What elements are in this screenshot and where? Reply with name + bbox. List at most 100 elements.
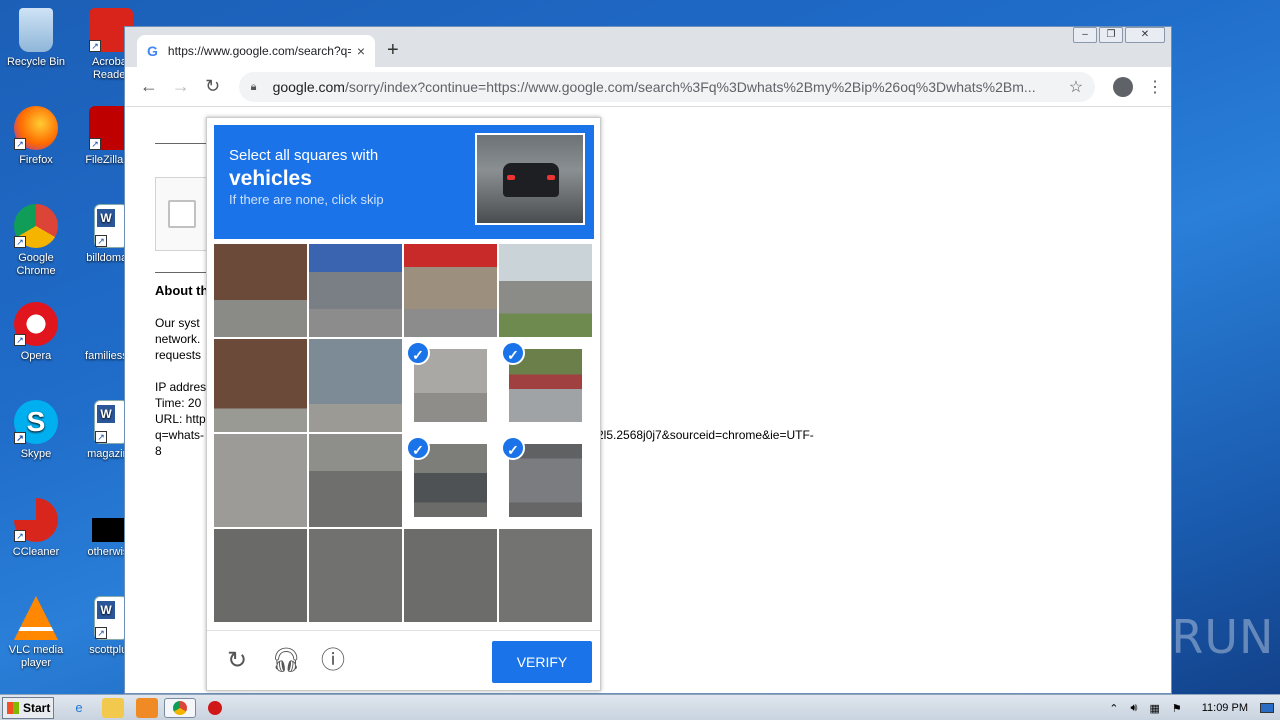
tile-image — [309, 529, 402, 622]
grid-tile[interactable] — [404, 529, 497, 622]
network-icon[interactable]: ▦ — [1149, 702, 1159, 715]
grid-tile[interactable] — [404, 244, 497, 337]
tab-title: https://www.google.com/search?q= — [167, 44, 351, 58]
desktop-icon-ccleaner[interactable]: ↗ CCleaner — [0, 498, 72, 559]
desktop-icon-skype[interactable]: S ↗ Skype — [0, 400, 72, 461]
query-line: q=whats- — [155, 428, 205, 442]
grid-tile[interactable] — [214, 244, 307, 337]
lock-icon: 🔒︎ — [250, 80, 257, 93]
address-bar[interactable]: 🔒︎ google.com/sorry/index?continue=https… — [238, 71, 1096, 102]
kebab-menu-icon[interactable]: ⋮ — [1147, 77, 1163, 97]
challenge-footer: ↻ 🎧︎ ⓘ VERIFY — [207, 630, 600, 690]
grid-tile[interactable] — [309, 244, 402, 337]
profile-avatar-icon[interactable] — [1113, 76, 1133, 97]
skype-icon: S ↗ — [14, 400, 58, 444]
browser-toolbar: ← → ↻ 🔒︎ google.com/sorry/index?continue… — [125, 67, 1171, 107]
desktop-icon-chrome[interactable]: ↗ Google Chrome — [0, 204, 72, 278]
tile-image — [214, 339, 307, 432]
bookmark-star-icon[interactable]: ☆ — [1069, 77, 1083, 97]
google-favicon-icon: G — [147, 43, 158, 59]
media-player-taskbar-icon[interactable] — [136, 698, 158, 718]
tile-image — [309, 339, 402, 432]
tab-bar: G https://www.google.com/search?q= × + –… — [125, 27, 1171, 67]
car-icon — [503, 163, 559, 197]
grid-tile[interactable]: ✓ — [404, 434, 497, 527]
grid-tile[interactable] — [214, 529, 307, 622]
taskbar: Start e ⌃ 🔊︎ ▦ ⚑ 11:09 PM — [0, 694, 1280, 720]
grid-tile[interactable] — [214, 434, 307, 527]
warning-taskbar-icon[interactable] — [204, 698, 226, 718]
recaptcha-checkbox[interactable] — [168, 200, 196, 228]
tile-image — [309, 434, 402, 527]
info-icon[interactable]: ⓘ — [319, 647, 347, 675]
tile-image — [404, 244, 497, 337]
chrome-icon: ↗ — [14, 204, 58, 248]
desktop-icon-recycle-bin[interactable]: Recycle Bin — [0, 8, 72, 69]
recaptcha-challenge: Select all squares with vehicles If ther… — [206, 117, 601, 691]
about-heading: About th — [155, 283, 209, 298]
minimize-button[interactable]: – — [1073, 27, 1097, 43]
grid-tile[interactable] — [499, 529, 592, 622]
opera-icon: ↗ — [14, 302, 58, 346]
checkmark-icon: ✓ — [406, 436, 430, 460]
url-path: /sorry/index?continue=https://www.google… — [344, 78, 1036, 95]
tile-image — [214, 529, 307, 622]
back-arrow-icon[interactable]: ← — [133, 76, 165, 97]
tile-image — [214, 244, 307, 337]
forward-arrow-icon[interactable]: → — [165, 76, 197, 97]
action-center-flag-icon[interactable]: ⚑ — [1172, 702, 1182, 715]
desktop-icon-opera[interactable]: ↗ Opera — [0, 302, 72, 363]
tile-image — [309, 244, 402, 337]
address-text: google.com/sorry/index?continue=https://… — [273, 79, 1069, 95]
close-button[interactable]: ✕ — [1125, 27, 1165, 43]
checkmark-icon: ✓ — [406, 341, 430, 365]
chrome-taskbar-icon[interactable] — [164, 698, 196, 718]
explorer-taskbar-icon[interactable] — [102, 698, 124, 718]
verify-button[interactable]: VERIFY — [492, 641, 592, 683]
example-image — [475, 133, 585, 225]
grid-tile[interactable] — [309, 434, 402, 527]
checkmark-icon: ✓ — [501, 436, 525, 460]
ie-taskbar-icon[interactable]: e — [68, 698, 90, 718]
reload-icon[interactable]: ↻ — [197, 76, 229, 97]
challenge-instruction: Select all squares with — [229, 147, 379, 164]
grid-tile[interactable]: ✓ — [404, 339, 497, 432]
grid-tile[interactable] — [309, 339, 402, 432]
windows-logo-icon — [7, 702, 19, 714]
system-tray: ⌃ 🔊︎ ▦ ⚑ 11:09 PM — [1103, 695, 1280, 720]
grid-tile[interactable]: ✓ — [499, 339, 592, 432]
volume-icon[interactable]: 🔊︎ — [1131, 702, 1138, 715]
show-hidden-icons-icon[interactable]: ⌃ — [1109, 702, 1118, 715]
grid-tile[interactable] — [214, 339, 307, 432]
new-tab-button[interactable]: + — [387, 39, 399, 62]
grid-tile[interactable] — [499, 244, 592, 337]
firefox-icon: ↗ — [14, 106, 58, 150]
time-line: Time: 20 — [155, 396, 202, 410]
tile-image — [404, 529, 497, 622]
grid-tile[interactable]: ✓ — [499, 434, 592, 527]
maximize-button[interactable]: ❐ — [1099, 27, 1123, 43]
vlc-icon — [14, 596, 58, 640]
start-button[interactable]: Start — [2, 697, 54, 719]
recycle-bin-icon — [19, 8, 53, 52]
checkmark-icon: ✓ — [501, 341, 525, 365]
info-paragraph: Our syst network. requests — [155, 316, 202, 362]
reload-challenge-icon[interactable]: ↻ — [223, 647, 251, 675]
start-label: Start — [23, 701, 51, 715]
ip-address-line: IP addres — [155, 380, 207, 394]
challenge-hint: If there are none, click skip — [229, 192, 384, 207]
show-desktop-icon[interactable] — [1260, 703, 1274, 713]
audio-challenge-icon[interactable]: 🎧︎ — [271, 647, 301, 675]
window-controls: – ❐ ✕ — [1071, 27, 1165, 43]
grid-tile[interactable] — [309, 529, 402, 622]
url-domain: google.com — [272, 78, 345, 95]
clock: 11:09 PM — [1201, 702, 1248, 714]
browser-tab[interactable]: G https://www.google.com/search?q= × — [137, 35, 375, 67]
tab-close-icon[interactable]: × — [357, 43, 365, 59]
url-end: 8 — [155, 444, 162, 458]
desktop-icon-firefox[interactable]: ↗ Firefox — [0, 106, 72, 167]
tile-image — [214, 434, 307, 527]
challenge-target: vehicles — [229, 167, 312, 190]
desktop-icon-vlc[interactable]: VLC media player — [0, 596, 72, 670]
word-doc-icon: W ↗ — [94, 400, 128, 444]
